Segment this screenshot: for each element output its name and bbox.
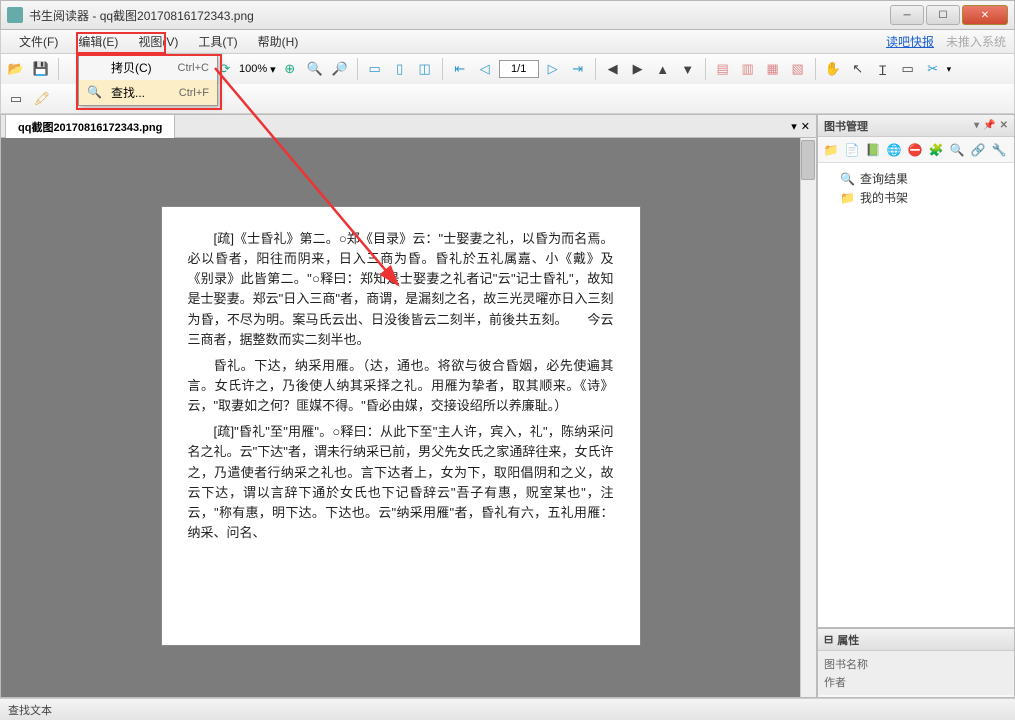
tree-item-shelf[interactable]: 📁 我的书架 bbox=[826, 188, 1006, 207]
tree-label: 查询结果 bbox=[860, 170, 908, 187]
tab-controls: ▾ ✕ bbox=[791, 120, 810, 133]
globe-icon[interactable]: 🌐 bbox=[885, 141, 903, 159]
marquee-icon[interactable]: ▭ bbox=[897, 58, 919, 80]
nav-up-icon[interactable]: ▲ bbox=[652, 58, 674, 80]
right-panel: 图书管理 ▾ 📌 ✕ 📁 📄 📗 🌐 ⛔ 🧩 🔍 🔗 🔧 bbox=[817, 114, 1015, 698]
menu-help[interactable]: 帮助(H) bbox=[248, 30, 309, 53]
tree-label: 我的书架 bbox=[860, 189, 908, 206]
panel-props-header: ⊟ 属性 bbox=[818, 629, 1014, 651]
hand-icon[interactable]: ✋ bbox=[822, 58, 844, 80]
doc-paragraph: 昏礼。下达，纳采用雁。（达，通也。将欲与彼合昏姻，必先使遍其言。女氏许之，乃後使… bbox=[188, 356, 614, 416]
prop-name-row: 图书名称 bbox=[824, 655, 1008, 673]
search-icon[interactable]: 🔍 bbox=[948, 141, 966, 159]
status-text: 查找文本 bbox=[8, 702, 52, 718]
scrollbar-thumb[interactable] bbox=[801, 140, 815, 180]
tab-menu-icon[interactable]: ▾ bbox=[791, 120, 797, 133]
panel-props-title: 属性 bbox=[837, 632, 859, 648]
page-next-icon[interactable]: ▷ bbox=[542, 58, 564, 80]
window-title: 书生阅读器 - qq截图20170816172343.png bbox=[29, 7, 890, 24]
tree-icon[interactable]: 🧩 bbox=[927, 141, 945, 159]
prop-author-row: 作者 bbox=[824, 673, 1008, 691]
pointer-icon[interactable]: ↖ bbox=[847, 58, 869, 80]
statusbar: 查找文本 bbox=[0, 698, 1015, 720]
search-icon: 🔍 bbox=[87, 85, 103, 101]
open-icon[interactable]: 📂 bbox=[5, 58, 27, 80]
stop-icon[interactable]: ⛔ bbox=[906, 141, 924, 159]
nav-fwd-icon[interactable]: ▶ bbox=[627, 58, 649, 80]
book-icon[interactable]: 📗 bbox=[864, 141, 882, 159]
text-select-icon[interactable]: Ｉ bbox=[872, 58, 894, 80]
quick-link[interactable]: 读吧快报 bbox=[886, 33, 934, 50]
folder-icon: 📁 bbox=[840, 191, 856, 205]
collapse-icon[interactable]: ⊟ bbox=[824, 633, 833, 646]
maximize-button[interactable]: ☐ bbox=[926, 5, 960, 25]
doc-paragraph: [疏]"昏礼"至"用雁"。○释曰：从此下至"主人许，宾入，礼"，陈纳采问名之礼。… bbox=[188, 422, 614, 543]
page-input[interactable] bbox=[499, 60, 539, 78]
view-single-icon[interactable]: ▤ bbox=[712, 58, 734, 80]
app-name: 书生阅读器 bbox=[29, 9, 89, 23]
select-icon[interactable]: ▭ bbox=[5, 88, 27, 110]
scrollbar-vertical[interactable] bbox=[800, 138, 816, 697]
page-first-icon[interactable]: ⇤ bbox=[449, 58, 471, 80]
page-last-icon[interactable]: ⇥ bbox=[567, 58, 589, 80]
nav-down-icon[interactable]: ▼ bbox=[677, 58, 699, 80]
page-prev-icon[interactable]: ◁ bbox=[474, 58, 496, 80]
annotation-arrow bbox=[160, 60, 420, 320]
doc-name: qq截图20170816172343.png bbox=[100, 9, 254, 23]
panel-library-toolbar: 📁 📄 📗 🌐 ⛔ 🧩 🔍 🔗 🔧 bbox=[818, 137, 1014, 163]
view-cont-icon[interactable]: ▥ bbox=[737, 58, 759, 80]
view-book-icon[interactable]: ▧ bbox=[787, 58, 809, 80]
minimize-button[interactable]: ─ bbox=[890, 5, 924, 25]
save-icon[interactable]: 💾 bbox=[30, 58, 52, 80]
link-icon[interactable]: 🔗 bbox=[969, 141, 987, 159]
tab-close-icon[interactable]: ✕ bbox=[801, 120, 810, 133]
panel-props-body: 图书名称 作者 bbox=[818, 651, 1014, 695]
panel-pin-icon[interactable]: 📌 bbox=[983, 120, 995, 131]
panel-library-header: 图书管理 ▾ 📌 ✕ bbox=[818, 115, 1014, 137]
close-button[interactable]: ✕ bbox=[962, 5, 1008, 25]
view-facing-icon[interactable]: ▦ bbox=[762, 58, 784, 80]
search-result-icon: 🔍 bbox=[840, 172, 856, 186]
tab-document[interactable]: qq截图20170816172343.png bbox=[5, 114, 175, 140]
menu-edit[interactable]: 编辑(E) bbox=[68, 30, 128, 53]
panel-menu-icon[interactable]: ▾ bbox=[974, 120, 979, 131]
menu-view[interactable]: 视图(V) bbox=[128, 30, 188, 53]
chevron-down-icon[interactable]: ▾ bbox=[947, 64, 952, 75]
copy-icon bbox=[87, 60, 103, 76]
tree-item-results[interactable]: 🔍 查询结果 bbox=[826, 169, 1006, 188]
titlebar: 书生阅读器 - qq截图20170816172343.png ─ ☐ ✕ bbox=[0, 0, 1015, 30]
panel-library-title: 图书管理 bbox=[824, 118, 868, 134]
disabled-text: 未推入系统 bbox=[946, 33, 1006, 50]
app-icon bbox=[7, 7, 23, 23]
menu-file[interactable]: 文件(F) bbox=[9, 30, 68, 53]
new-icon[interactable]: 📄 bbox=[843, 141, 861, 159]
menubar: 文件(F) 编辑(E) 视图(V) 工具(T) 帮助(H) 读吧快报 未推入系统 bbox=[0, 30, 1015, 54]
folder-icon[interactable]: 📁 bbox=[822, 141, 840, 159]
screenshot-icon[interactable]: ✂ bbox=[922, 58, 944, 80]
library-tree: 🔍 查询结果 📁 我的书架 bbox=[818, 163, 1014, 627]
menu-tool[interactable]: 工具(T) bbox=[188, 30, 247, 53]
window-buttons: ─ ☐ ✕ bbox=[890, 5, 1008, 25]
nav-back-icon[interactable]: ◀ bbox=[602, 58, 624, 80]
tool-icon[interactable]: 🔧 bbox=[990, 141, 1008, 159]
workspace: qq截图20170816172343.png ▾ ✕ [疏]《士昏礼》第二。○郑… bbox=[0, 114, 1015, 698]
panel-close-icon[interactable]: ✕ bbox=[1000, 120, 1008, 131]
highlight-icon[interactable]: 🖍 bbox=[31, 88, 53, 110]
